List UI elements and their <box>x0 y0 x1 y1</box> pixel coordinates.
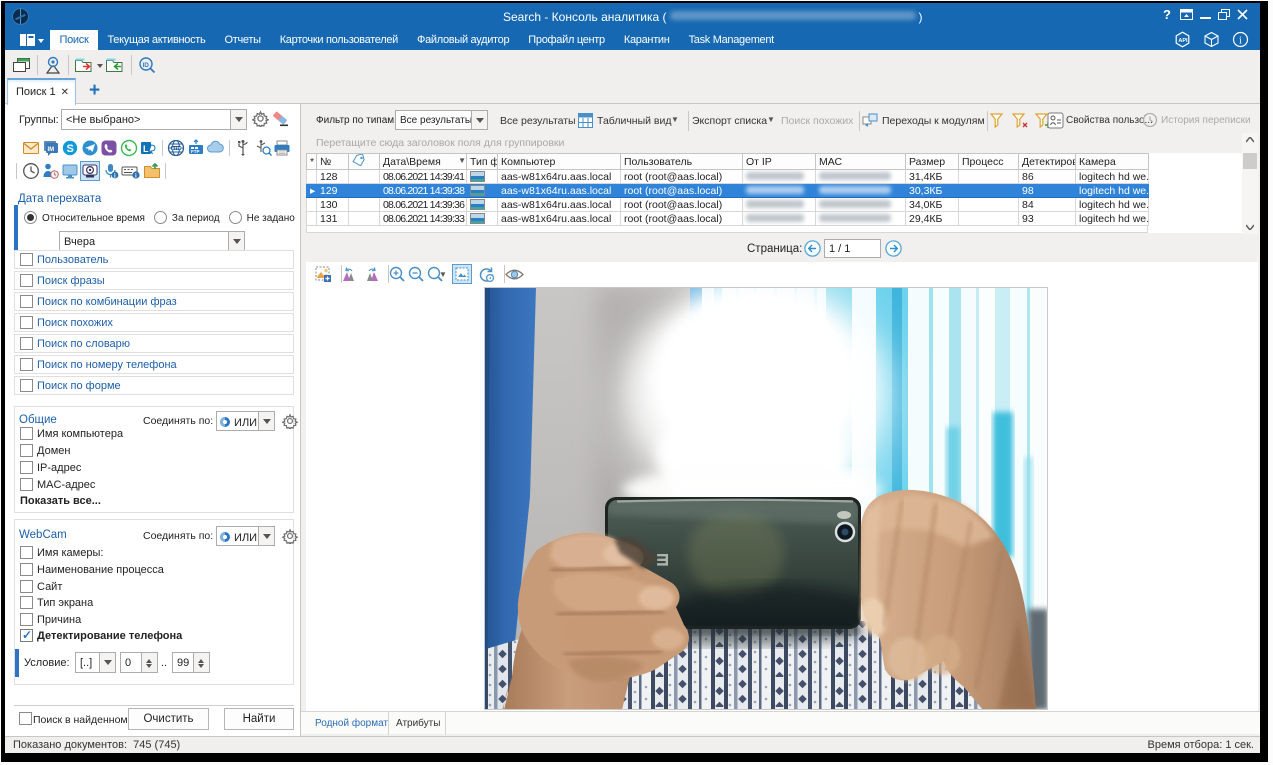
svg-text:?: ? <box>1163 8 1171 21</box>
svg-text:FTP: FTP <box>191 149 200 154</box>
svg-text:ID: ID <box>143 62 150 69</box>
svg-text:IM: IM <box>47 147 54 153</box>
svg-text:L: L <box>143 144 149 154</box>
svg-text:API: API <box>1178 38 1188 44</box>
svg-text:HTTP: HTTP <box>172 146 182 150</box>
svg-text:S: S <box>67 143 74 155</box>
svg-text:i: i <box>1239 36 1242 47</box>
